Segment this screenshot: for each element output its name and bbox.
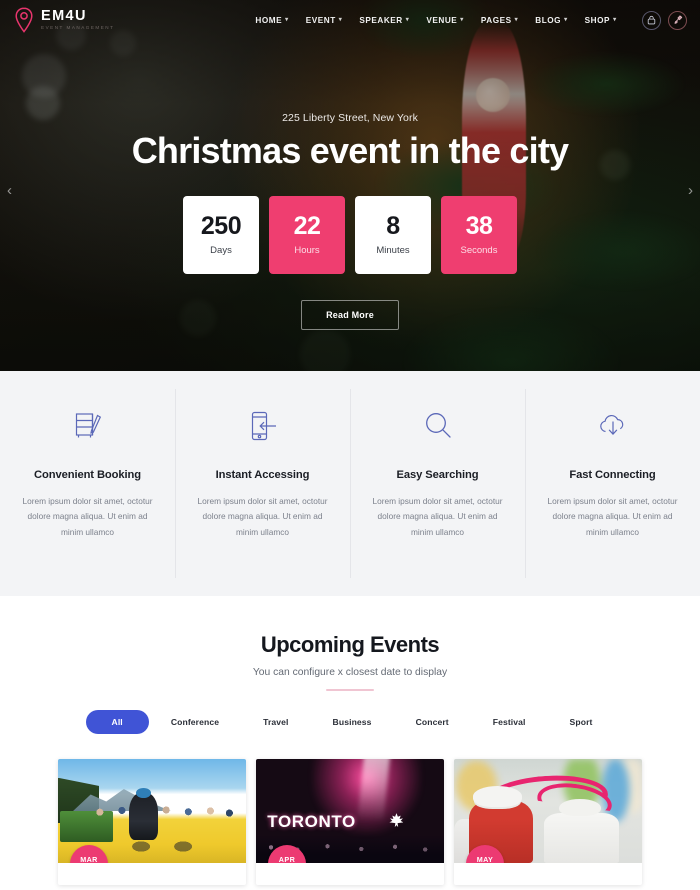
countdown-value: 8 xyxy=(386,211,400,240)
event-filter-tabs: All Conference Travel Business Concert F… xyxy=(0,710,700,734)
cloud-download-icon xyxy=(547,403,678,449)
feature-instant-accessing: Instant Accessing Lorem ipsum dolor sit … xyxy=(175,371,350,596)
nav-label: EVENT xyxy=(305,15,336,25)
event-month: MAR xyxy=(80,855,98,863)
feature-description: Lorem ipsum dolor sit amet, octotur dolo… xyxy=(372,496,503,537)
brand-name: EM4U xyxy=(41,7,87,24)
nav-item-home[interactable]: HOME ▾ xyxy=(255,16,288,25)
event-card-image: MAR 15-2018 xyxy=(58,759,246,863)
nav-label: SHOP xyxy=(584,15,611,25)
nav-menu: HOME ▾ EVENT ▾ SPEAKER ▾ VENUE ▾ PAGES ▾… xyxy=(230,16,642,25)
chevron-down-icon: ▾ xyxy=(514,17,519,23)
feature-description: Lorem ipsum dolor sit amet, octotur dolo… xyxy=(547,496,678,537)
nav-item-shop[interactable]: SHOP ▾ xyxy=(585,16,617,25)
events-subtitle: You can configure x closest date to disp… xyxy=(252,667,448,678)
tab-business[interactable]: Business xyxy=(311,710,394,734)
map-pin-icon xyxy=(15,7,33,33)
countdown-value: 250 xyxy=(200,211,242,240)
countdown-minutes: 8 Minutes xyxy=(355,195,431,274)
event-month: MAY xyxy=(476,855,494,863)
event-card-body xyxy=(58,863,246,885)
chevron-down-icon: ▾ xyxy=(613,17,617,23)
page-title: Upcoming Events xyxy=(260,632,440,657)
feature-convenient-booking: Convenient Booking Lorem ipsum dolor sit… xyxy=(0,371,175,596)
nav-label: BLOG xyxy=(535,15,562,25)
features-section: Convenient Booking Lorem ipsum dolor sit… xyxy=(0,371,700,596)
brand-logo[interactable]: EM4U EVENT MANAGEMENT xyxy=(0,7,230,33)
hero-address: 225 Liberty Street, New York xyxy=(282,112,418,124)
lock-icon xyxy=(647,15,656,25)
countdown-unit: Seconds xyxy=(460,244,498,256)
event-cards-grid: MAR 15-2018 TORONTO APR 1-2 xyxy=(0,734,700,885)
main-navbar: EM4U EVENT MANAGEMENT HOME ▾ EVENT ▾ SPE… xyxy=(0,0,700,40)
feature-title: Convenient Booking xyxy=(34,469,141,481)
nav-label: VENUE xyxy=(426,15,458,25)
countdown-seconds: 38 Seconds xyxy=(441,195,517,274)
login-lock-button[interactable] xyxy=(642,10,661,30)
chevron-down-icon: ▾ xyxy=(285,17,289,23)
event-card-image: MAY 2-2018 xyxy=(454,759,642,863)
countdown-unit: Hours xyxy=(294,244,320,256)
upcoming-events-section: Upcoming Events You can configure x clos… xyxy=(0,596,700,885)
countdown-timer: 250 Days 22 Hours 8 Minutes 38 Seconds xyxy=(0,195,700,274)
nav-label: PAGES xyxy=(480,15,512,25)
read-more-button[interactable]: Read More xyxy=(301,299,399,330)
event-card[interactable]: MAR 15-2018 xyxy=(58,759,246,885)
carousel-next-arrow[interactable]: › xyxy=(688,183,693,198)
countdown-unit: Minutes xyxy=(376,244,410,256)
event-card-image: TORONTO APR 1-2018 xyxy=(256,759,444,863)
event-card-body xyxy=(454,863,642,885)
feature-title: Easy Searching xyxy=(396,469,479,481)
tab-festival[interactable]: Festival xyxy=(471,710,548,734)
theme-brush-button[interactable] xyxy=(668,10,687,30)
feature-easy-searching: Easy Searching Lorem ipsum dolor sit ame… xyxy=(350,371,525,596)
tab-conference[interactable]: Conference xyxy=(149,710,241,734)
chevron-down-icon: ▾ xyxy=(338,17,343,23)
tab-sport[interactable]: Sport xyxy=(548,710,615,734)
event-month: APR xyxy=(278,855,296,863)
nav-item-pages[interactable]: PAGES ▾ xyxy=(481,16,518,25)
magnifier-icon xyxy=(372,403,503,449)
nav-item-speaker[interactable]: SPEAKER ▾ xyxy=(359,16,409,25)
tab-all[interactable]: All xyxy=(85,710,149,734)
notebook-pen-icon xyxy=(22,403,153,449)
countdown-unit: Days xyxy=(210,244,232,256)
nav-item-venue[interactable]: VENUE ▾ xyxy=(426,16,464,25)
hero-content: 225 Liberty Street, New York Christmas e… xyxy=(0,0,700,330)
chevron-down-icon: ▾ xyxy=(405,17,410,23)
countdown-hours: 22 Hours xyxy=(269,195,345,274)
event-card[interactable]: MAY 2-2018 xyxy=(454,759,642,885)
carousel-prev-arrow[interactable]: ‹ xyxy=(7,183,12,198)
feature-title: Instant Accessing xyxy=(215,469,310,481)
nav-item-blog[interactable]: BLOG ▾ xyxy=(535,16,567,25)
event-card[interactable]: TORONTO APR 1-2018 xyxy=(256,759,444,885)
countdown-value: 38 xyxy=(465,211,493,240)
tab-travel[interactable]: Travel xyxy=(241,710,310,734)
feature-description: Lorem ipsum dolor sit amet, octotur dolo… xyxy=(22,496,153,537)
feature-description: Lorem ipsum dolor sit amet, octotur dolo… xyxy=(197,496,328,537)
feature-fast-connecting: Fast Connecting Lorem ipsum dolor sit am… xyxy=(525,371,700,596)
page-root: EM4U EVENT MANAGEMENT HOME ▾ EVENT ▾ SPE… xyxy=(0,0,700,890)
tab-concert[interactable]: Concert xyxy=(394,710,471,734)
hero-section: EM4U EVENT MANAGEMENT HOME ▾ EVENT ▾ SPE… xyxy=(0,0,700,371)
title-divider xyxy=(326,689,374,691)
nav-actions xyxy=(642,10,700,30)
nav-label: SPEAKER xyxy=(359,15,403,25)
countdown-days: 250 Days xyxy=(183,195,259,274)
event-card-body xyxy=(256,863,444,885)
brush-icon xyxy=(674,15,682,24)
hero-title: Christmas event in the city xyxy=(131,130,569,171)
countdown-value: 22 xyxy=(293,211,321,240)
chevron-down-icon: ▾ xyxy=(564,17,568,23)
mobile-arrow-icon xyxy=(197,403,328,449)
brand-tagline: EVENT MANAGEMENT xyxy=(41,25,115,31)
nav-item-event[interactable]: EVENT ▾ xyxy=(306,16,343,25)
nav-label: HOME xyxy=(255,15,283,25)
chevron-down-icon: ▾ xyxy=(460,17,464,23)
feature-title: Fast Connecting xyxy=(569,469,656,481)
